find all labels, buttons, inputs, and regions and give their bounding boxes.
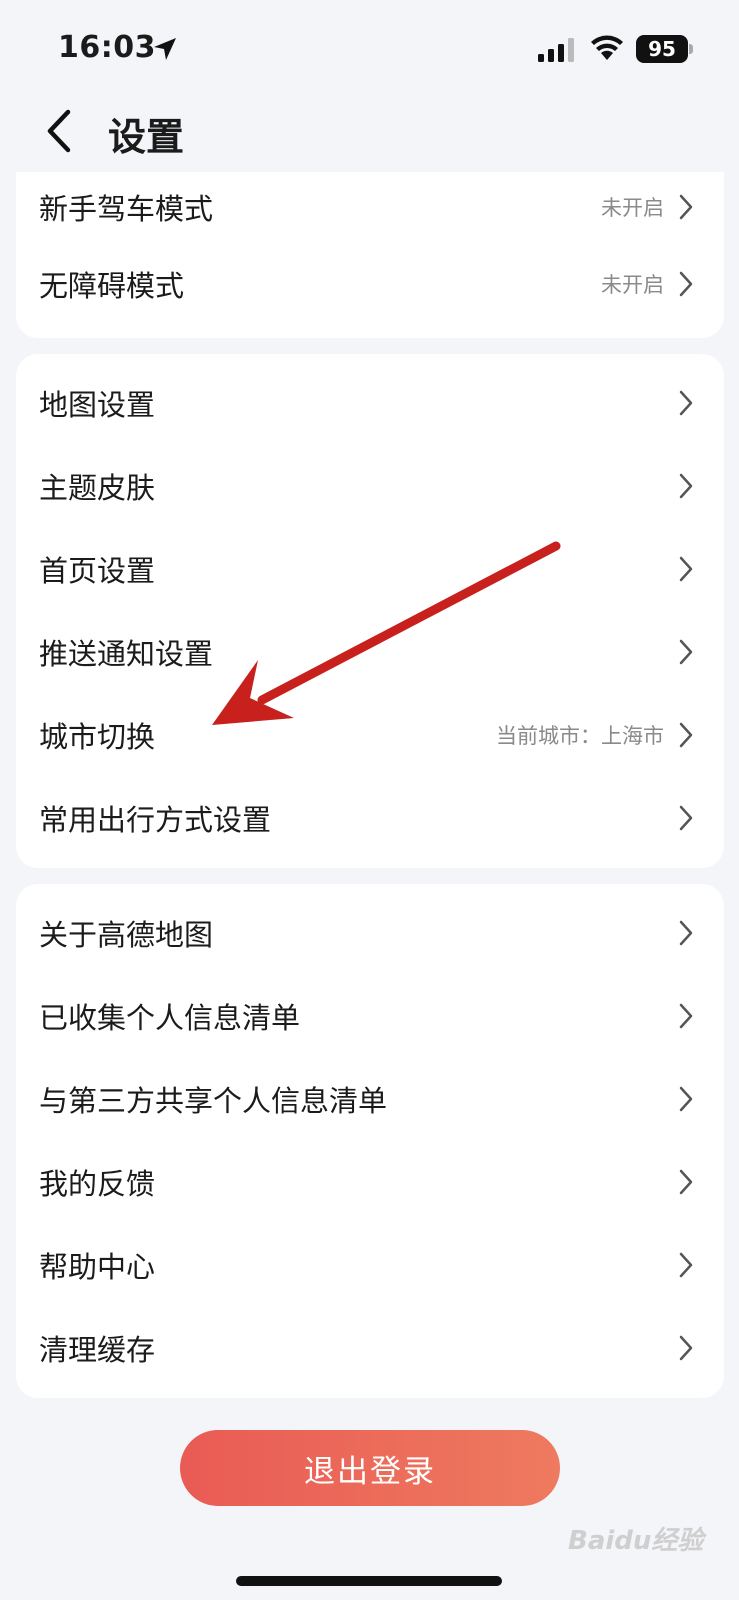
setting-row-city-switch[interactable]: 城市切换 当前城市：上海市 xyxy=(16,693,724,776)
status-time: 16:03 xyxy=(58,30,156,65)
setting-row-my-feedback[interactable]: 我的反馈 xyxy=(16,1140,724,1223)
setting-label: 地图设置 xyxy=(39,387,156,422)
setting-row-map-settings[interactable]: 地图设置 xyxy=(16,361,724,444)
setting-label: 城市切换 xyxy=(39,719,156,754)
setting-row-travel-mode[interactable]: 常用出行方式设置 xyxy=(16,776,724,859)
status-bar: 16:03 95 xyxy=(0,0,739,96)
chevron-right-icon xyxy=(679,722,693,747)
chevron-right-icon xyxy=(679,194,693,220)
chevron-right-icon xyxy=(679,639,693,664)
battery-tip xyxy=(689,44,693,54)
chevron-right-icon xyxy=(679,271,693,296)
setting-value: 未开启 xyxy=(601,272,664,297)
setting-value: 未开启 xyxy=(601,196,664,220)
setting-label: 清理缓存 xyxy=(39,1332,156,1367)
wifi-icon xyxy=(591,35,623,60)
location-arrow-icon xyxy=(154,38,176,60)
settings-group-about: 关于高德地图 已收集个人信息清单 与第三方共享个人信息清单 我的反馈 帮助中心 … xyxy=(16,884,724,1398)
setting-label: 主题皮肤 xyxy=(39,470,156,505)
back-arrow-icon[interactable] xyxy=(42,108,76,154)
setting-row-theme-skin[interactable]: 主题皮肤 xyxy=(16,444,724,527)
setting-row-third-party-sharing-list[interactable]: 与第三方共享个人信息清单 xyxy=(16,1057,724,1140)
setting-row-novice-driving-mode[interactable]: 新手驾车模式 未开启 xyxy=(16,172,724,242)
setting-label: 与第三方共享个人信息清单 xyxy=(39,1083,388,1118)
setting-label: 无障碍模式 xyxy=(39,268,185,303)
setting-label: 关于高德地图 xyxy=(39,917,214,952)
cellular-signal-icon xyxy=(538,38,574,62)
setting-row-clear-cache[interactable]: 清理缓存 xyxy=(16,1306,724,1389)
setting-row-help-center[interactable]: 帮助中心 xyxy=(16,1223,724,1306)
home-indicator[interactable] xyxy=(236,1576,502,1586)
setting-row-push-notifications[interactable]: 推送通知设置 xyxy=(16,610,724,693)
setting-label: 常用出行方式设置 xyxy=(39,802,272,837)
page-title: 设置 xyxy=(108,115,185,159)
chevron-right-icon xyxy=(679,390,693,415)
battery-indicator: 95 xyxy=(636,35,688,63)
chevron-right-icon xyxy=(679,1003,693,1028)
chevron-right-icon xyxy=(679,556,693,581)
chevron-right-icon xyxy=(679,1252,693,1277)
chevron-right-icon xyxy=(679,920,693,945)
setting-label: 首页设置 xyxy=(39,553,156,588)
setting-row-collected-info-list[interactable]: 已收集个人信息清单 xyxy=(16,974,724,1057)
chevron-right-icon xyxy=(679,1335,693,1360)
settings-group-driving: 新手驾车模式 未开启 无障碍模式 未开启 xyxy=(16,172,724,338)
chevron-right-icon xyxy=(679,1169,693,1194)
setting-label: 推送通知设置 xyxy=(39,636,214,671)
settings-group-general: 地图设置 主题皮肤 首页设置 推送通知设置 城市切换 当前城市：上海市 常用出行… xyxy=(16,354,724,868)
current-city-value: 当前城市：上海市 xyxy=(496,723,664,748)
setting-label: 已收集个人信息清单 xyxy=(39,1000,301,1035)
setting-label: 帮助中心 xyxy=(39,1249,156,1284)
setting-row-accessibility-mode[interactable]: 无障碍模式 未开启 xyxy=(16,242,724,325)
setting-label: 我的反馈 xyxy=(39,1166,156,1201)
logout-button[interactable]: 退出登录 xyxy=(180,1430,560,1506)
setting-label: 新手驾车模式 xyxy=(39,192,214,226)
chevron-right-icon xyxy=(679,473,693,498)
chevron-right-icon xyxy=(679,1086,693,1111)
baidu-watermark: Baidu经验 xyxy=(568,1526,704,1556)
nav-bar: 设置 xyxy=(0,96,739,172)
chevron-right-icon xyxy=(679,805,693,830)
setting-row-about[interactable]: 关于高德地图 xyxy=(16,891,724,974)
battery-level: 95 xyxy=(648,37,676,61)
setting-row-home-settings[interactable]: 首页设置 xyxy=(16,527,724,610)
